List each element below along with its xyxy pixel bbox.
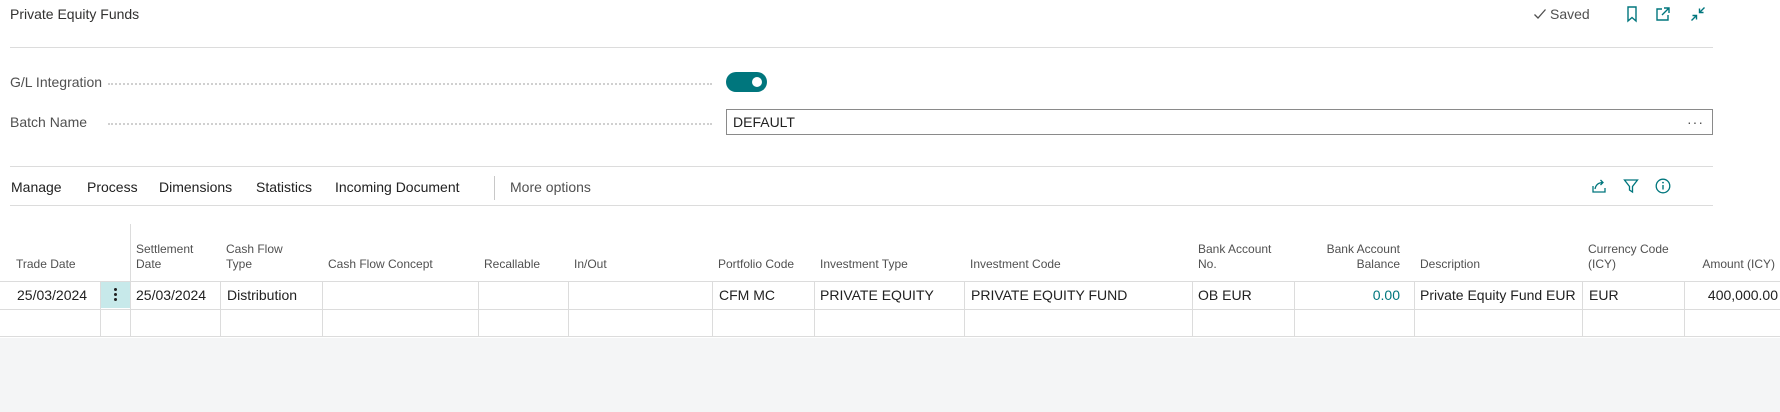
info-icon[interactable] [1654, 177, 1672, 195]
gl-integration-toggle[interactable] [726, 72, 767, 92]
col-header-investment-code[interactable]: Investment Code [970, 257, 1061, 272]
cell-investment-code[interactable]: PRIVATE EQUITY FUND [971, 287, 1127, 303]
open-new-window-icon[interactable] [1654, 5, 1672, 23]
col-header-line: Settlement [136, 242, 194, 256]
page-title: Private Equity Funds [10, 6, 140, 22]
grid-column-line [568, 281, 569, 337]
action-statistics[interactable]: Statistics [256, 179, 312, 195]
action-separator [494, 176, 495, 200]
grid-row-line [0, 309, 1780, 310]
grid-column-line [1684, 281, 1685, 337]
cell-bank-account-balance[interactable]: 0.00 [1300, 287, 1400, 303]
saved-label: Saved [1550, 6, 1590, 22]
grid-column-line [712, 281, 713, 337]
grid-header-line [0, 281, 1780, 282]
col-header-bank-account-balance[interactable]: Bank Account Balance [1294, 242, 1400, 272]
bookmark-icon[interactable] [1623, 5, 1641, 23]
col-header-line: No. [1198, 257, 1217, 271]
col-header-line: Bank Account [1198, 242, 1272, 256]
grid-column-line [478, 281, 479, 337]
action-incoming-document[interactable]: Incoming Document [335, 179, 460, 195]
col-header-line: Currency Code [1588, 242, 1669, 256]
batch-name-label: Batch Name [10, 114, 88, 130]
grid-column-line [1294, 281, 1295, 337]
cell-cash-flow-type[interactable]: Distribution [227, 287, 297, 303]
collapse-icon[interactable] [1689, 5, 1707, 23]
page-footer-area [0, 338, 1780, 412]
cell-amount-icy[interactable]: 400,000.00 [1688, 287, 1778, 303]
gl-integration-label: G/L Integration [10, 74, 103, 90]
actions-divider [10, 205, 1713, 206]
action-process[interactable]: Process [87, 179, 138, 195]
col-header-line: Cash Flow [226, 242, 283, 256]
saved-status: Saved [1533, 6, 1590, 22]
batch-name-input[interactable]: DEFAULT ··· [726, 109, 1713, 135]
grid-column-line [322, 281, 323, 337]
grid-column-line [1582, 281, 1583, 337]
cell-trade-date[interactable]: 25/03/2024 [17, 287, 87, 303]
col-header-amount-icy[interactable]: Amount (ICY) [1680, 257, 1775, 272]
col-header-investment-type[interactable]: Investment Type [820, 257, 908, 272]
grid-column-line [814, 281, 815, 337]
field-leader-dots [108, 123, 712, 125]
col-header-line: (ICY) [1588, 257, 1616, 271]
action-dimensions[interactable]: Dimensions [159, 179, 232, 195]
col-header-in-out[interactable]: In/Out [574, 257, 607, 272]
cell-description[interactable]: Private Equity Fund EUR [1420, 287, 1576, 303]
batch-name-lookup-button[interactable]: ··· [1687, 110, 1704, 134]
cell-bank-account-no[interactable]: OB EUR [1198, 287, 1252, 303]
cell-portfolio-code[interactable]: CFM MC [719, 287, 775, 303]
grid-column-line [130, 224, 131, 337]
cell-settlement-date[interactable]: 25/03/2024 [136, 287, 206, 303]
col-header-cash-flow-concept[interactable]: Cash Flow Concept [328, 257, 433, 272]
checkmark-icon [1534, 9, 1546, 19]
col-header-trade-date[interactable]: Trade Date [16, 257, 76, 272]
batch-name-value: DEFAULT [733, 114, 795, 130]
header-divider [10, 47, 1713, 48]
grid-column-line [1192, 281, 1193, 337]
filter-icon[interactable] [1622, 177, 1640, 195]
grid-column-line [964, 281, 965, 337]
cell-currency-code[interactable]: EUR [1589, 287, 1619, 303]
row-actions-button[interactable] [101, 282, 130, 308]
col-header-line: Type [226, 257, 253, 271]
fields-divider [10, 166, 1713, 167]
more-vertical-icon [114, 288, 117, 303]
col-header-line: Bank Account [1326, 242, 1400, 256]
share-icon[interactable] [1590, 177, 1608, 195]
col-header-settlement-date[interactable]: Settlement Date [136, 242, 193, 272]
col-header-portfolio-code[interactable]: Portfolio Code [718, 257, 794, 272]
col-header-line: Balance [1356, 257, 1400, 271]
action-more-options[interactable]: More options [510, 179, 591, 195]
col-header-line: Date [136, 257, 162, 271]
cell-investment-type[interactable]: PRIVATE EQUITY [820, 287, 934, 303]
col-header-description[interactable]: Description [1420, 257, 1480, 272]
field-leader-dots [108, 83, 712, 85]
grid-column-line [220, 281, 221, 337]
col-header-cash-flow-type[interactable]: Cash Flow Type [226, 242, 283, 272]
col-header-currency-code[interactable]: Currency Code (ICY) [1588, 242, 1669, 272]
col-header-bank-account-no[interactable]: Bank Account No. [1198, 242, 1271, 272]
col-header-recallable[interactable]: Recallable [484, 257, 540, 272]
toggle-knob [752, 77, 762, 87]
grid-row-line [0, 336, 1780, 337]
grid-column-line [1414, 281, 1415, 337]
action-manage[interactable]: Manage [11, 179, 62, 195]
